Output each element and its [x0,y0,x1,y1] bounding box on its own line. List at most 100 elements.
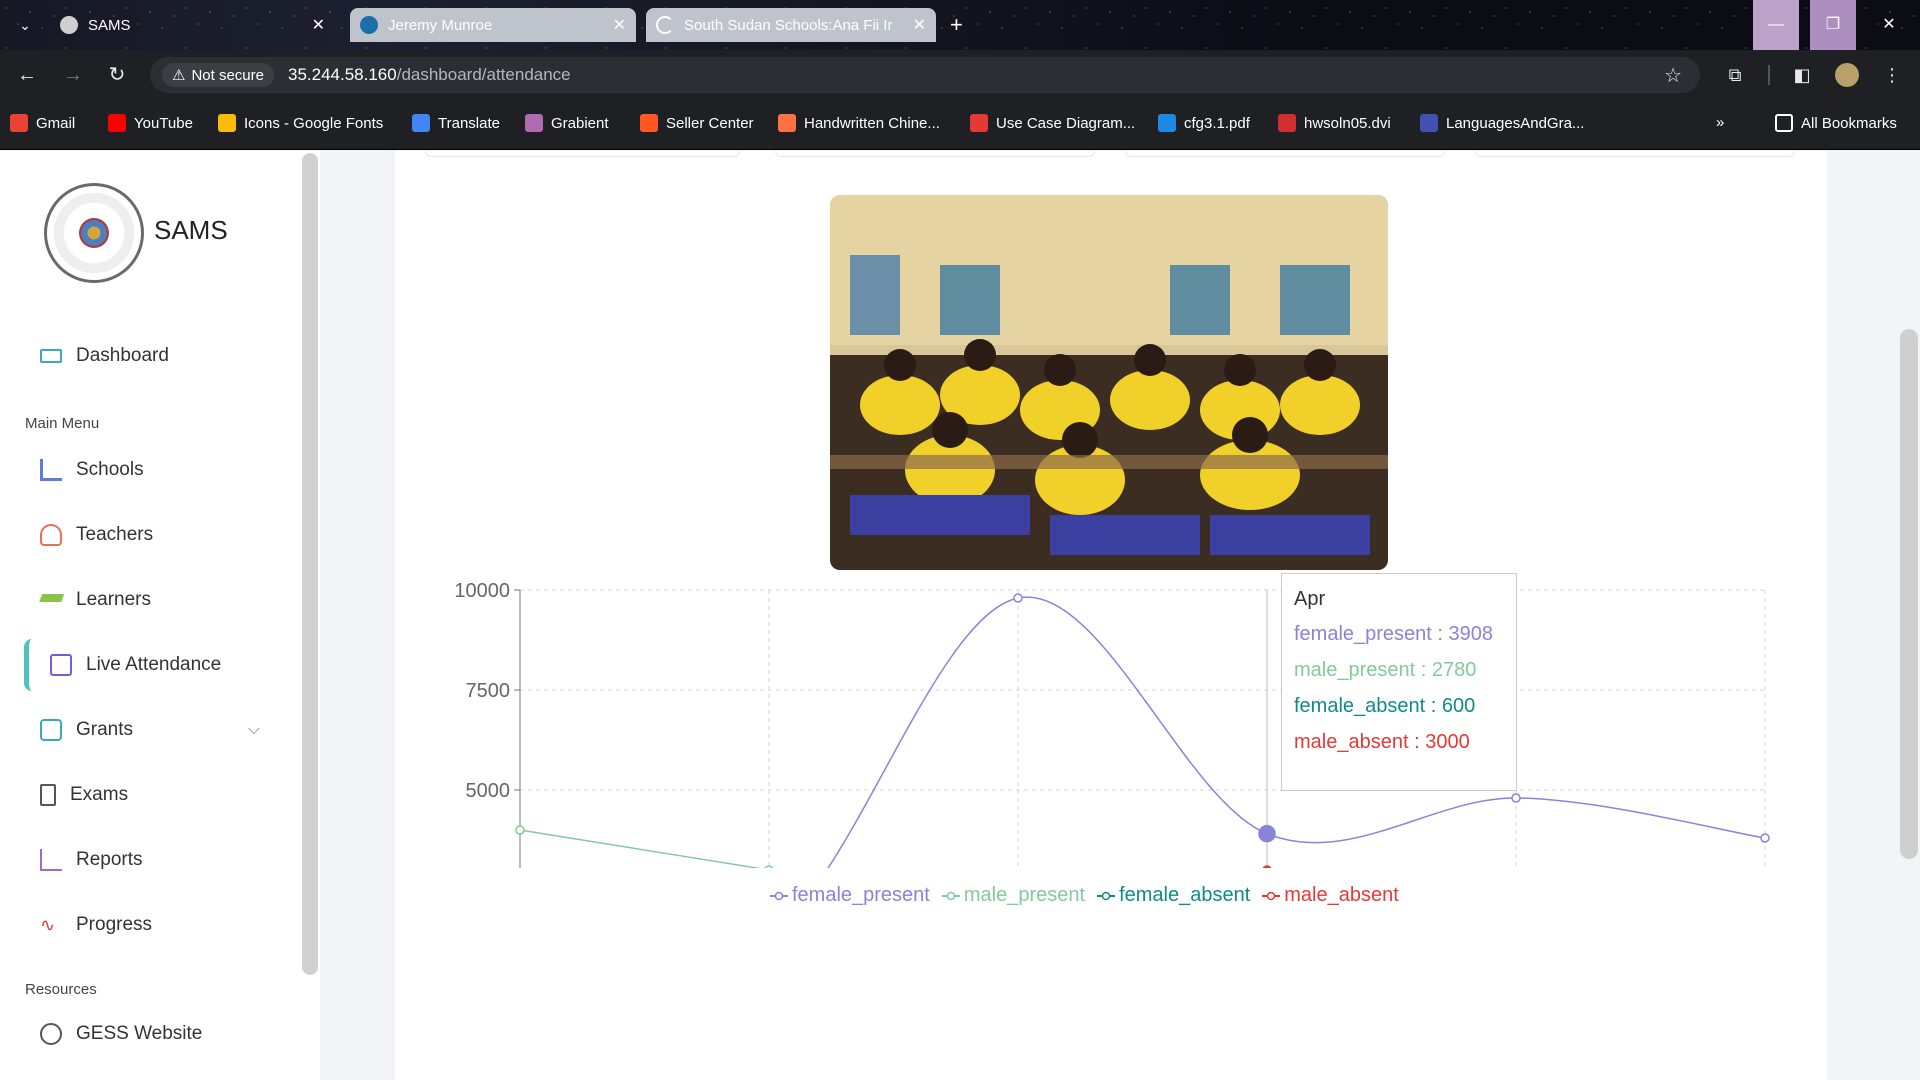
sidebar-item-reports[interactable]: Reports [40,849,143,871]
sidebar-item-schools[interactable]: Schools [40,459,144,481]
bookmark-favicon-icon [108,114,126,132]
pulse-icon: ∿ [40,915,56,935]
series-line-male_present [519,829,762,868]
tab-south-sudan-schools[interactable]: South Sudan Schools:Ana Fii Ir ✕ [646,8,936,42]
bookmark-item[interactable]: Translate [412,114,500,132]
tooltip-row-male_present: male_present : 2780 [1294,659,1504,682]
bookmark-favicon-icon [640,114,658,132]
sidebar-item-exams[interactable]: Exams [40,784,128,806]
data-point-male_present [764,865,774,868]
sidebar-item-label: Live Attendance [86,654,222,675]
url-host: 35.244.58.160 [288,65,397,84]
data-point-female_present [1760,833,1770,843]
tab-label: Jeremy Munroe [388,16,493,34]
bookmark-item[interactable]: Icons - Google Fonts [218,114,383,132]
sidebar: SAMS Dashboard Main Menu Schools Teacher… [0,151,320,1080]
sidebar-item-label: Dashboard [76,345,169,366]
forward-arrow-icon[interactable]: → [60,62,86,88]
tab-search-chevron-icon[interactable]: ⌄ [12,12,38,38]
page-scrollbar-thumb[interactable] [1900,329,1918,859]
users-icon [40,524,62,546]
all-bookmarks-label: All Bookmarks [1801,114,1897,132]
browser-address-bar: ← → ↻ ⚠ Not secure 35.244.58.160/dashboa… [0,50,1920,100]
active-indicator [24,639,38,691]
sidebar-item-progress[interactable]: ∿ Progress [40,914,152,936]
sidebar-item-teachers[interactable]: Teachers [40,524,153,546]
tab-sams[interactable]: SAMS ✕ [50,8,335,42]
extensions-icon[interactable]: ⧉ [1723,63,1747,87]
minimize-icon[interactable]: — [1753,0,1799,50]
legend-marker-icon [770,891,788,900]
chart-tooltip: Apr female_present : 3908 male_present : … [1281,573,1517,791]
brand-title: SAMS [154,215,228,245]
calendar-icon [50,654,72,676]
url-path: /dashboard/attendance [396,65,571,84]
bookmark-item[interactable]: Use Case Diagram... [970,114,1135,132]
bookmark-item[interactable]: YouTube [108,114,193,132]
bookmark-item[interactable]: Grabient [525,114,609,132]
legend-item-male_absent[interactable]: male_absent [1262,884,1399,907]
tooltip-value: 3000 [1425,731,1470,753]
tooltip-value: 3908 [1448,623,1494,645]
bookmark-item[interactable]: LanguagesAndGra... [1420,114,1584,132]
chevron-down-icon[interactable]: ⌵ [248,721,260,739]
legend-marker-icon [1097,891,1116,900]
series-line-female_present [827,596,1766,868]
bookmark-item[interactable]: Handwritten Chine... [778,114,940,132]
back-arrow-icon[interactable]: ← [14,62,40,88]
bookmark-item[interactable]: Gmail [10,114,75,132]
all-bookmarks-button[interactable]: All Bookmarks [1775,114,1897,132]
tooltip-separator: : [1431,623,1449,645]
tooltip-separator: : [1425,695,1442,717]
profile-avatar[interactable] [1835,63,1859,87]
restore-icon[interactable]: ❐ [1810,0,1856,50]
close-tab-icon[interactable]: ✕ [913,15,926,35]
legend-marker-icon [1262,891,1281,900]
react-favicon-icon [360,16,378,34]
attendance-line-chart: 025005000750010000JanuaryFebruaryMarchAp… [454,580,1770,868]
reload-icon[interactable]: ↻ [104,62,130,88]
tab-jeremy-munroe[interactable]: Jeremy Munroe ✕ [350,8,636,42]
tooltip-series-name: female_present [1294,623,1432,645]
sidebar-scrollbar-thumb[interactable] [302,153,318,975]
bookmark-favicon-icon [778,114,796,132]
bookmark-favicon-icon [970,114,988,132]
sidebar-item-gess-website[interactable]: GESS Website [40,1023,202,1045]
not-secure-chip[interactable]: ⚠ Not secure [162,63,274,87]
bookmark-item[interactable]: cfg3.1.pdf [1158,114,1250,132]
close-window-icon[interactable]: ✕ [1866,0,1912,50]
kebab-menu-icon[interactable]: ⋮ [1880,63,1904,87]
more-bookmarks-icon[interactable]: » [1716,114,1724,131]
side-panel-icon[interactable]: ◧ [1790,63,1814,87]
bookmark-favicon-icon [525,114,543,132]
tooltip-row-female_absent: female_absent : 600 [1294,695,1504,718]
south-sudan-seal-logo [44,183,144,283]
legend-item-female_present[interactable]: female_present [770,884,930,907]
bookmark-label: Gmail [36,114,76,132]
bookmark-item[interactable]: Seller Center [640,114,754,132]
bookmark-label: hwsoln05.dvi [1304,114,1391,132]
url-text[interactable]: 35.244.58.160/dashboard/attendance [288,65,571,85]
tooltip-rows: female_present : 3908 male_present : 2780… [1294,623,1504,754]
sidebar-item-dashboard[interactable]: Dashboard [40,345,169,367]
sidebar-item-label: Teachers [76,524,154,545]
close-tab-icon[interactable]: ✕ [312,15,325,35]
grants-icon [40,719,62,741]
sidebar-item-grants[interactable]: Grants ⌵ [40,719,260,741]
tooltip-separator: : [1408,731,1426,753]
tooltip-row-female_present: female_present : 3908 [1294,623,1504,646]
bookmark-star-icon[interactable]: ☆ [1664,63,1682,88]
bookmark-item[interactable]: hwsoln05.dvi [1278,114,1391,132]
stat-card [425,151,740,157]
sidebar-item-live-attendance[interactable]: Live Attendance [50,654,221,676]
toolbar-divider [1768,65,1770,85]
close-tab-icon[interactable]: ✕ [613,15,626,35]
legend-item-male_present[interactable]: male_present [941,884,1085,907]
legend-label: female_absent [1119,884,1251,906]
sidebar-item-label: Exams [70,784,129,805]
legend-item-female_absent[interactable]: female_absent [1097,884,1250,907]
url-bar[interactable]: ⚠ Not secure 35.244.58.160/dashboard/att… [150,57,1700,93]
loading-spinner-icon [656,16,674,34]
sidebar-item-learners[interactable]: Learners [37,589,151,611]
new-tab-icon[interactable]: + [950,12,963,38]
